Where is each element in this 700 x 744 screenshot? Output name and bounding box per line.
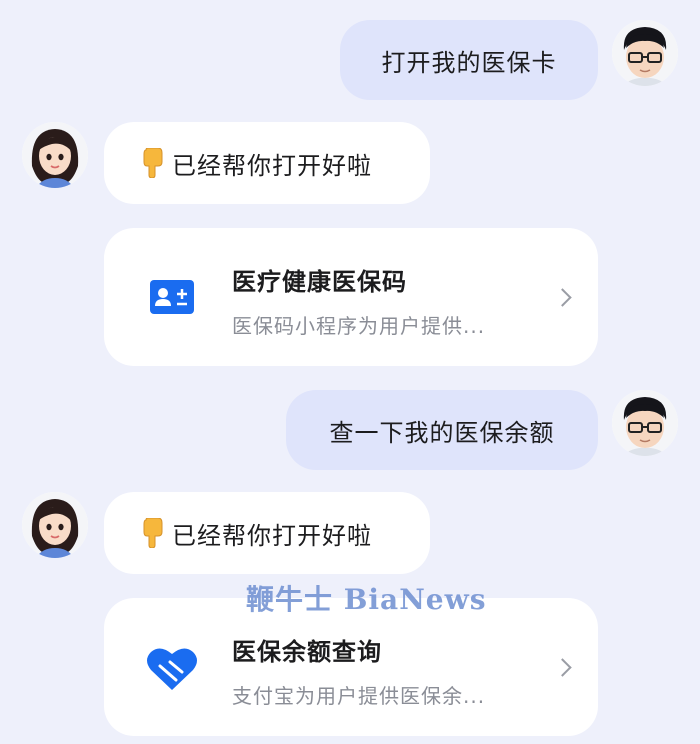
watermark: 鞭牛士 BiaNews xyxy=(246,583,487,616)
card-title: 医保余额查询 xyxy=(232,638,382,666)
medical-insurance-code-card[interactable]: 医疗健康医保码 医保码小程序为用户提供... xyxy=(104,228,598,366)
assistant-avatar[interactable] xyxy=(22,122,88,188)
card-subtitle: 医保码小程序为用户提供... xyxy=(232,314,486,338)
assistant-avatar[interactable] xyxy=(22,492,88,558)
chevron-right-icon xyxy=(553,658,572,677)
user-message-text: 打开我的医保卡 xyxy=(381,48,557,77)
id-card-icon xyxy=(150,280,194,314)
assistant-message-bubble: 已经帮你打开好啦 xyxy=(104,492,430,574)
insurance-balance-card[interactable]: 医保余额查询 支付宝为用户提供医保余... xyxy=(104,598,598,736)
pointing-down-hand-icon xyxy=(143,518,163,548)
card-title: 医疗健康医保码 xyxy=(232,268,407,296)
user-message-bubble: 查一下我的医保余额 xyxy=(286,390,598,470)
user-avatar[interactable] xyxy=(612,390,678,456)
card-subtitle: 支付宝为用户提供医保余... xyxy=(232,684,486,708)
assistant-message-bubble: 已经帮你打开好啦 xyxy=(104,122,430,204)
user-avatar[interactable] xyxy=(612,20,678,86)
chevron-right-icon xyxy=(553,288,572,307)
user-message-bubble: 打开我的医保卡 xyxy=(340,20,598,100)
heart-bandage-icon xyxy=(147,648,197,690)
assistant-message-text: 已经帮你打开好啦 xyxy=(172,521,372,550)
pointing-down-hand-icon xyxy=(143,148,163,178)
assistant-message-text: 已经帮你打开好啦 xyxy=(172,151,372,180)
user-message-text: 查一下我的医保余额 xyxy=(329,418,555,447)
